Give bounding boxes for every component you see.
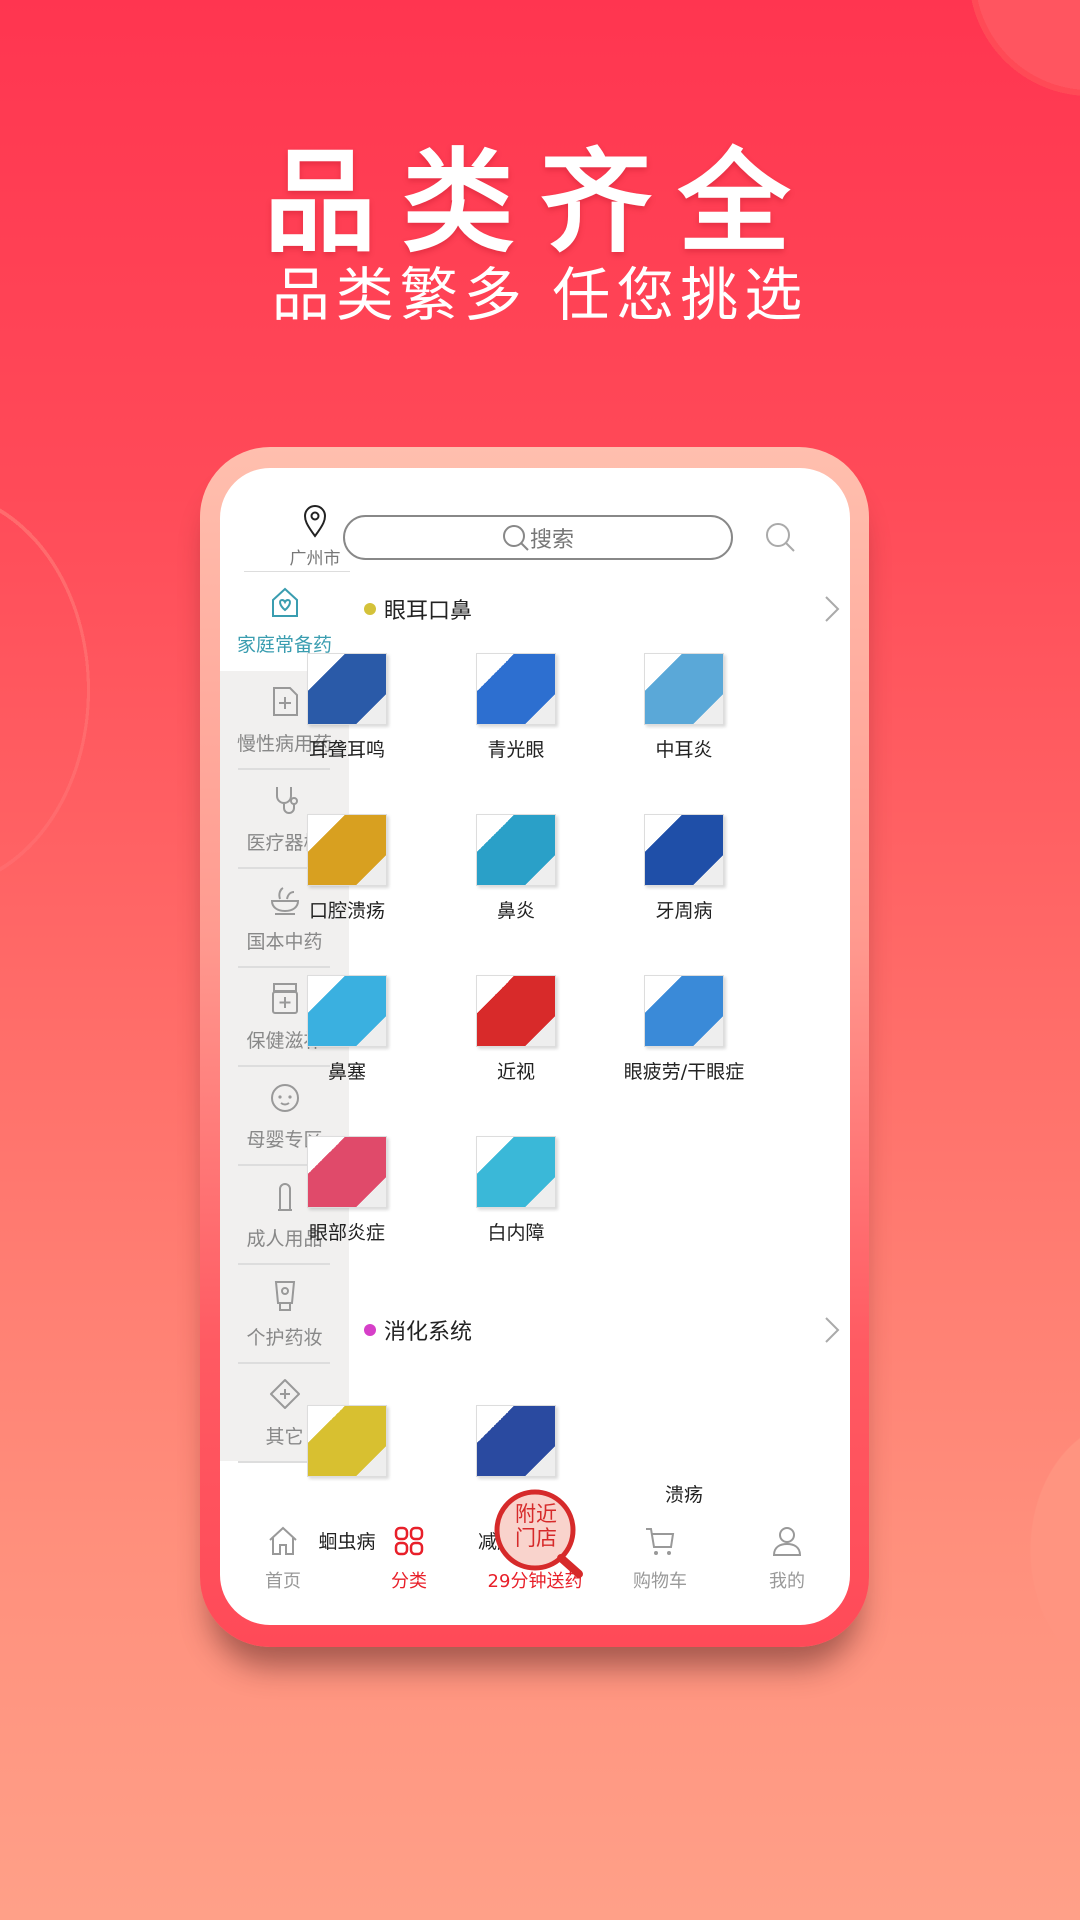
product-image — [307, 814, 387, 886]
search-input[interactable]: 搜索 — [343, 515, 733, 560]
product-image — [307, 1405, 387, 1477]
section-header[interactable]: 消化系统 — [360, 1310, 840, 1350]
product-image — [644, 653, 724, 725]
nav-tab-label: 我的 — [769, 1571, 805, 1592]
section-dot — [364, 603, 376, 615]
chevron-right-icon[interactable] — [824, 1316, 840, 1344]
hero-subtitle: 品类繁多 任您挑选 — [271, 261, 809, 329]
nav-tab-label: 分类 — [391, 1571, 427, 1592]
house-heart-icon — [272, 587, 298, 617]
nearby-store-button[interactable]: 附近门店 — [493, 1488, 593, 1588]
product-image — [644, 814, 724, 886]
product-image — [644, 975, 724, 1047]
product-category-label: 眼部炎症 — [308, 1222, 385, 1244]
chevron-right-icon[interactable] — [824, 595, 840, 623]
product-category-label: 鼻炎 — [496, 900, 535, 922]
product-category-label: 青光眼 — [487, 739, 545, 761]
nav-tab[interactable]: 购物车 — [600, 1525, 720, 1595]
product-category-label: 耳聋耳鸣 — [308, 739, 385, 761]
cart-icon — [646, 1528, 675, 1555]
nav-tab[interactable]: 分类 — [349, 1525, 469, 1595]
section-title: 眼耳口鼻 — [384, 599, 473, 624]
product-image — [307, 1136, 387, 1208]
nearby-store-label: 附近门店 — [515, 1502, 557, 1550]
product-category-label: 近视 — [496, 1061, 535, 1083]
app-screen: 广州市 搜索 家庭常备药 慢性病用药 医疗器械 国本中药 保健滋补 母婴专区 成人用品 个护药… — [220, 468, 850, 1625]
product-image — [476, 814, 556, 886]
search-placeholder: 搜索 — [529, 527, 574, 553]
home-icon — [269, 1526, 297, 1555]
category-grid-icon — [394, 1526, 424, 1556]
nav-tab-label: 首页 — [265, 1571, 301, 1592]
product-category-label: 牙周病 — [655, 900, 713, 922]
nav-tab-label: 购物车 — [633, 1571, 687, 1592]
nav-tab[interactable]: 我的 — [727, 1525, 847, 1595]
product-category-item[interactable]: 眼疲劳/干眼症 — [600, 961, 768, 1151]
product-image — [476, 653, 556, 725]
product-image — [476, 1405, 556, 1477]
product-category-label: 口腔溃疡 — [308, 900, 385, 922]
product-category-label: 白内障 — [487, 1222, 545, 1244]
product-category-item[interactable]: 眼部炎症 — [263, 1122, 431, 1312]
nav-tab[interactable]: 首页 — [223, 1525, 343, 1595]
location-pin-icon — [303, 505, 327, 538]
product-image — [476, 1136, 556, 1208]
product-image — [307, 975, 387, 1047]
product-category-label: 鼻塞 — [327, 1061, 366, 1083]
product-image — [307, 653, 387, 725]
search-button[interactable] — [765, 522, 797, 558]
search-icon — [502, 524, 529, 551]
product-category-item[interactable]: 白内障 — [432, 1122, 600, 1312]
section-dot — [364, 1324, 376, 1336]
section-header[interactable]: 眼耳口鼻 — [360, 589, 840, 629]
search-icon — [766, 523, 795, 552]
sidebar-item-label: 个护药妆 — [246, 1327, 323, 1349]
product-category-label: 眼疲劳/干眼症 — [623, 1061, 745, 1083]
product-category-label: 溃疡 — [664, 1484, 703, 1506]
product-category-label: 中耳炎 — [655, 739, 713, 761]
product-image — [476, 975, 556, 1047]
user-icon — [772, 1527, 802, 1556]
phone-frame: 广州市 搜索 家庭常备药 慢性病用药 医疗器械 国本中药 保健滋补 母婴专区 成人用品 个护药… — [200, 447, 869, 1647]
section-title: 消化系统 — [384, 1320, 473, 1345]
